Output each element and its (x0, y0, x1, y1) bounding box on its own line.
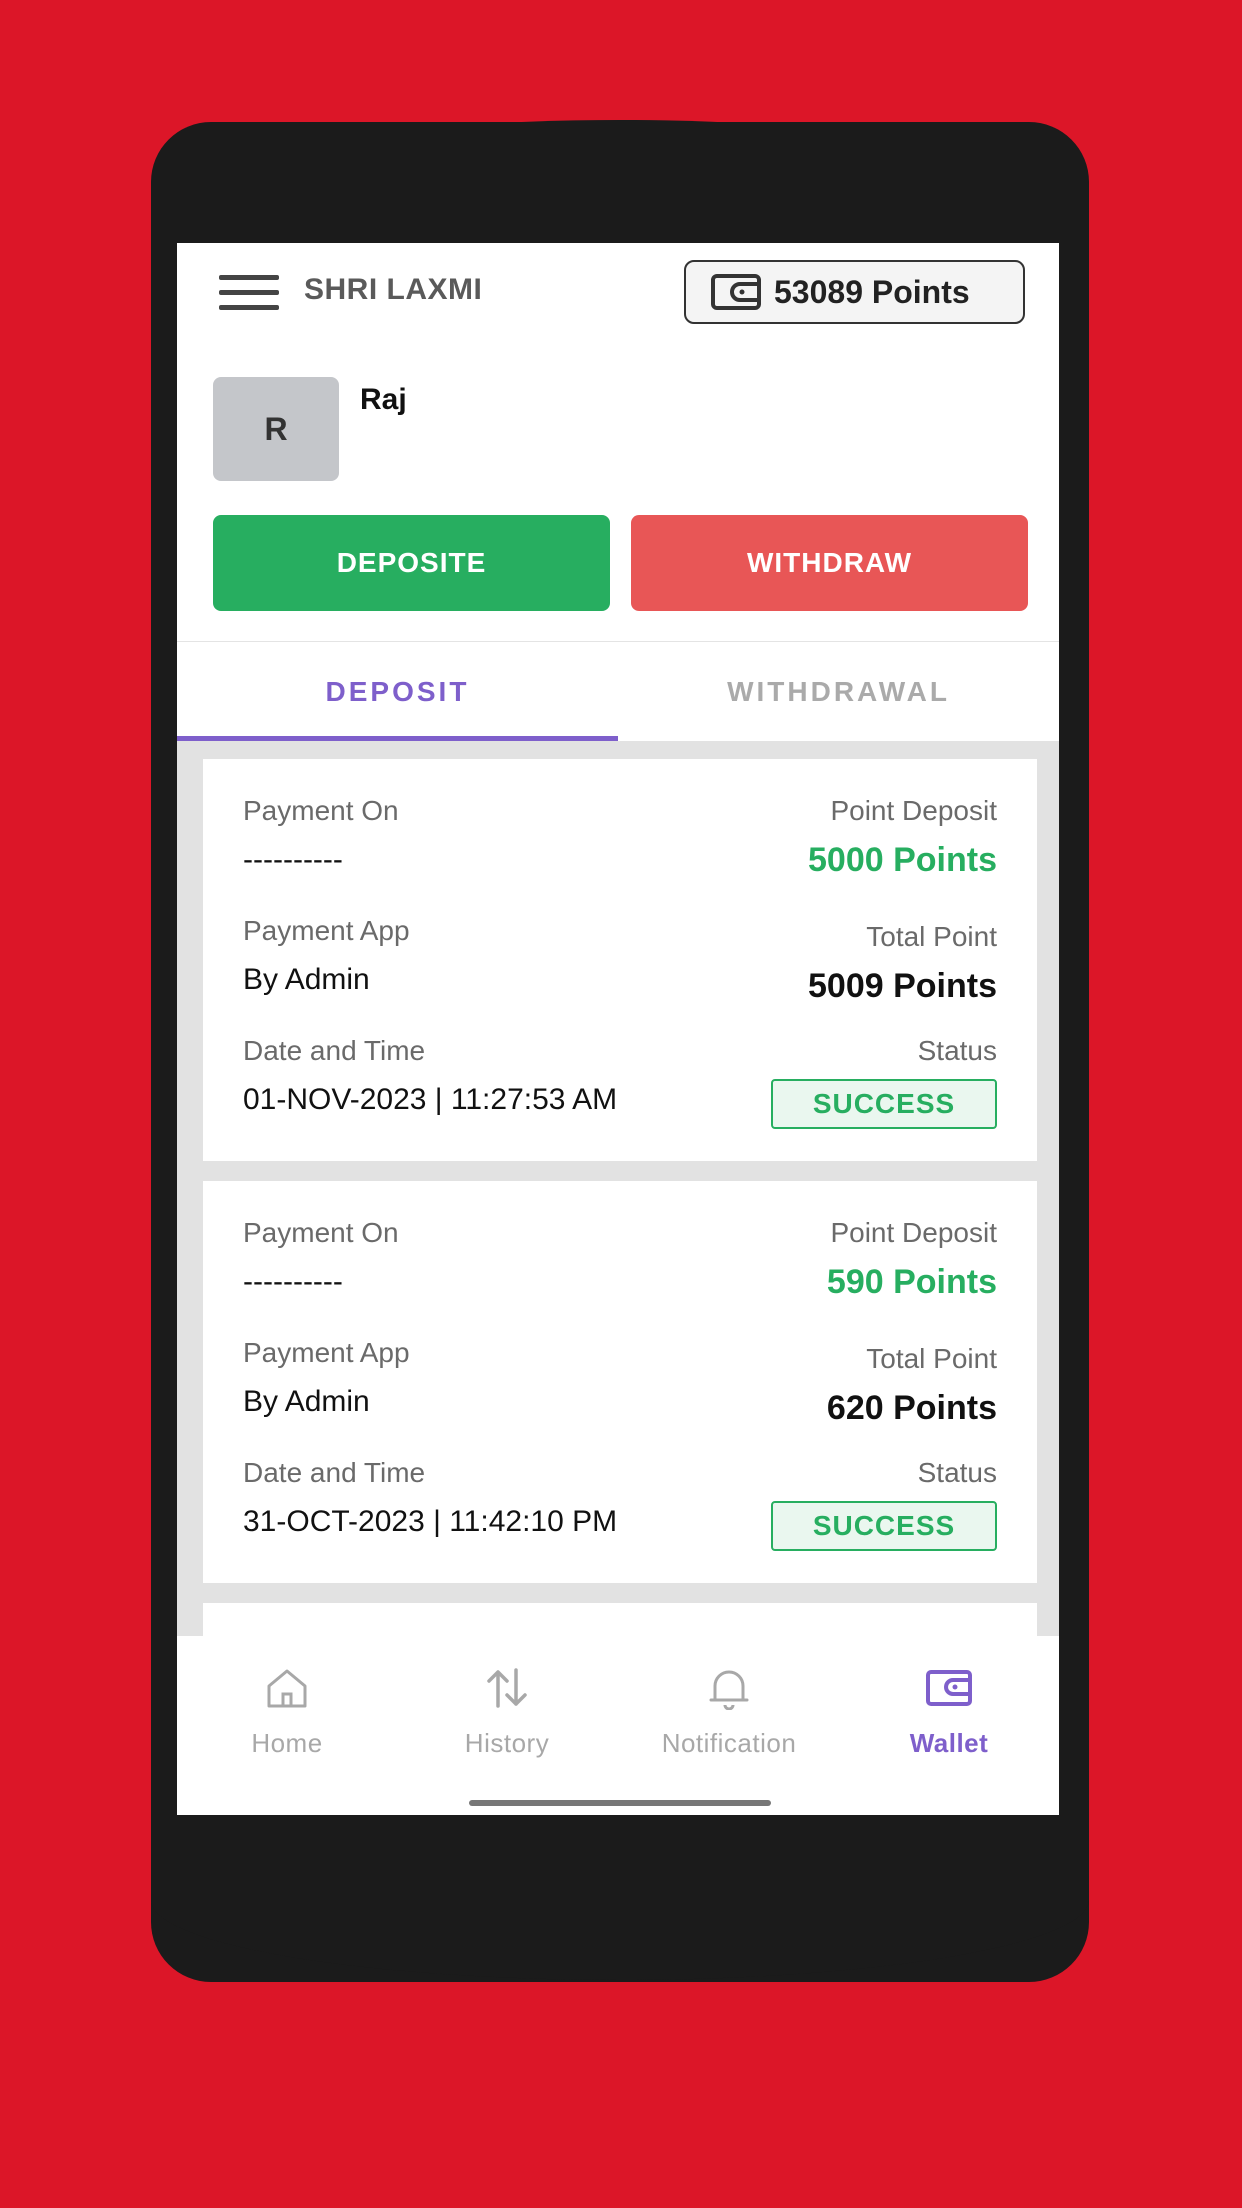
nav-home[interactable]: Home (177, 1666, 397, 1776)
avatar-initial: R (264, 410, 288, 447)
nav-notification-label: Notification (661, 1728, 797, 1758)
point-deposit-label: Point Deposit (830, 795, 997, 826)
payment-app-value: By Admin (243, 963, 370, 996)
home-indicator (469, 1800, 771, 1806)
transaction-card: Payment On ---------- Point Deposit 590 … (203, 1181, 1037, 1583)
point-deposit-value: 5000 Points (808, 841, 997, 879)
nav-notification[interactable]: Notification (619, 1666, 839, 1776)
total-point-label: Total Point (866, 1343, 997, 1374)
nav-history-label: History (464, 1728, 550, 1758)
bell-icon (709, 1670, 749, 1710)
date-time-label: Date and Time (243, 1457, 426, 1488)
tab-withdrawal[interactable]: WITHDRAWAL (618, 642, 1059, 742)
point-deposit-value: 590 Points (826, 1263, 997, 1301)
user-name: Raj (360, 383, 407, 416)
menu-icon[interactable] (219, 275, 279, 311)
nav-history[interactable]: History (397, 1666, 617, 1776)
payment-app-value: By Admin (243, 1385, 370, 1418)
date-time-value: 01-NOV-2023 | 11:27:53 AM (243, 1083, 618, 1116)
transaction-list[interactable]: Payment On ---------- Point Deposit 5000… (177, 741, 1059, 1636)
total-point-value: 620 Points (826, 1389, 997, 1427)
bottom-navigation: Home History Notification Wallet (177, 1636, 1059, 1815)
payment-on-value: ---------- (243, 1265, 343, 1298)
app-header: SHRI LAXMI 53089 Points (177, 243, 1059, 343)
transaction-card (203, 1603, 1037, 1636)
status-label: Status (917, 1457, 997, 1488)
date-time-label: Date and Time (243, 1035, 426, 1066)
history-icon (487, 1668, 527, 1708)
status-badge: SUCCESS (771, 1079, 997, 1129)
payment-on-label: Payment On (243, 795, 399, 826)
payment-on-value: ---------- (243, 843, 343, 876)
withdraw-button[interactable]: WITHDRAW (631, 515, 1028, 611)
points-balance-button[interactable]: 53089 Points (684, 260, 1025, 324)
total-point-label: Total Point (866, 921, 997, 952)
nav-home-label: Home (251, 1728, 323, 1758)
app-screen: SHRI LAXMI 53089 Points R Raj DEPOSITE W… (177, 243, 1059, 1815)
transaction-card: Payment On ---------- Point Deposit 5000… (203, 759, 1037, 1161)
points-balance: 53089 Points (774, 273, 970, 310)
wallet-icon (711, 274, 761, 310)
nav-wallet[interactable]: Wallet (839, 1666, 1059, 1776)
date-time-value: 31-OCT-2023 | 11:42:10 PM (243, 1505, 618, 1538)
payment-app-label: Payment App (243, 915, 410, 946)
total-point-value: 5009 Points (808, 967, 997, 1005)
tab-deposit[interactable]: DEPOSIT (177, 642, 618, 742)
nav-wallet-label: Wallet (909, 1728, 989, 1758)
deposit-button[interactable]: DEPOSITE (213, 515, 610, 611)
payment-app-label: Payment App (243, 1337, 410, 1368)
status-badge: SUCCESS (771, 1501, 997, 1551)
point-deposit-label: Point Deposit (830, 1217, 997, 1248)
app-title: SHRI LAXMI (304, 273, 483, 306)
home-icon (267, 1669, 307, 1708)
tab-bar: DEPOSIT WITHDRAWAL (177, 641, 1059, 742)
payment-on-label: Payment On (243, 1217, 399, 1248)
status-label: Status (917, 1035, 997, 1066)
avatar: R (213, 377, 339, 481)
wallet-icon (926, 1670, 972, 1706)
